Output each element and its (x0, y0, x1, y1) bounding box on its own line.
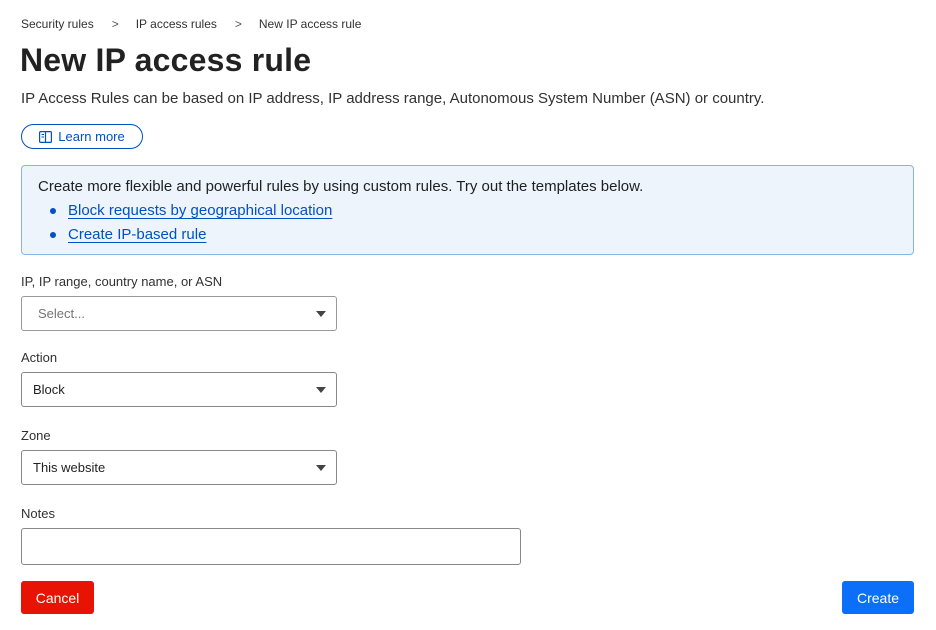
chevron-right-icon: > (234, 17, 242, 31)
caret-down-icon (316, 311, 326, 317)
action-select[interactable]: Block (21, 372, 337, 407)
create-button[interactable]: Create (842, 581, 914, 614)
caret-down-icon (316, 465, 326, 471)
cancel-button[interactable]: Cancel (21, 581, 94, 614)
page-title: New IP access rule (20, 42, 312, 78)
target-select[interactable]: Select... (21, 296, 337, 331)
bullet-icon (50, 232, 56, 238)
list-item: Block requests by geographical location (50, 202, 897, 220)
learn-more-label: Learn more (58, 129, 125, 144)
list-item: Create IP-based rule (50, 226, 897, 244)
info-text: Create more flexible and powerful rules … (38, 178, 644, 195)
template-link-geo-location[interactable]: Block requests by geographical location (68, 202, 332, 219)
breadcrumb-security-rules[interactable]: Security rules (21, 17, 94, 31)
zone-select-value: This website (33, 460, 106, 475)
chevron-right-icon: > (111, 17, 119, 31)
zone-select[interactable]: This website (21, 450, 337, 485)
bullet-icon (50, 208, 56, 214)
breadcrumb: Security rules > IP access rules > New I… (21, 16, 361, 32)
caret-down-icon (316, 387, 326, 393)
breadcrumb-current: New IP access rule (258, 17, 362, 31)
book-open-icon (39, 130, 53, 143)
target-select-placeholder: Select... (38, 306, 85, 321)
learn-more-button[interactable]: Learn more (21, 124, 143, 149)
action-select-value: Block (33, 382, 65, 397)
custom-rules-info-box: Create more flexible and powerful rules … (21, 165, 914, 255)
notes-field-label: Notes (21, 506, 55, 521)
zone-field-label: Zone (21, 428, 51, 443)
template-link-ip-based-rule[interactable]: Create IP-based rule (68, 226, 206, 243)
notes-input[interactable] (21, 528, 521, 565)
breadcrumb-ip-access-rules[interactable]: IP access rules (136, 17, 217, 31)
page-description: IP Access Rules can be based on IP addre… (21, 90, 765, 107)
template-links-list: Block requests by geographical location … (38, 202, 897, 244)
target-field-label: IP, IP range, country name, or ASN (21, 274, 223, 289)
action-field-label: Action (21, 350, 58, 365)
